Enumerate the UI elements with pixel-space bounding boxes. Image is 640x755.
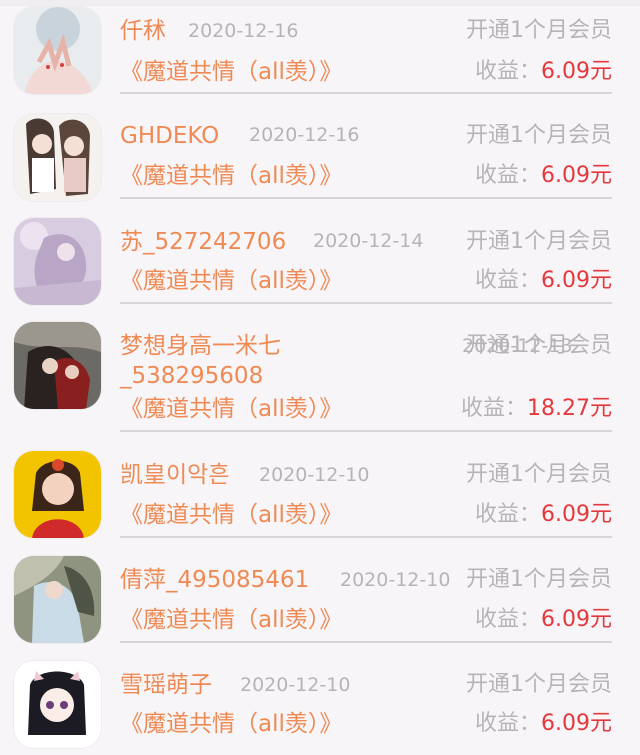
user-name: 苏_527242706 (120, 229, 287, 255)
book-title[interactable]: 《魔道共情（all羡）》 (120, 266, 342, 296)
divider (120, 641, 612, 643)
record-action: 开通1个月会员 (466, 123, 612, 148)
user-name: GHDEKO (120, 123, 220, 149)
income-value: 6.09元 (541, 163, 612, 188)
income-value: 6.09元 (541, 502, 612, 527)
user-name: 雪瑶萌子 (120, 672, 212, 698)
income-value: 6.09元 (541, 711, 612, 736)
income-amount: 收益：6.09元 (475, 605, 612, 635)
avatar[interactable] (14, 322, 101, 409)
record-action: 开通1个月会员 (466, 333, 612, 358)
list-item[interactable]: 雪瑶萌子 2020-12-10 开通1个月会员 《魔道共情（all羡）》 收益：… (0, 654, 640, 755)
divider (120, 302, 612, 304)
avatar[interactable] (14, 556, 101, 643)
record-date: 2020-12-16 (249, 124, 360, 146)
book-title[interactable]: 《魔道共情（all羡）》 (120, 57, 342, 87)
income-amount: 收益：18.27元 (461, 394, 612, 424)
user-name: 仟秫 (120, 18, 166, 44)
income-label: 收益： (461, 396, 528, 421)
record-date: 2020-12-10 (259, 464, 370, 486)
list-item[interactable]: 倩萍_495085461 2020-12-10 开通1个月会员 《魔道共情（al… (0, 549, 640, 654)
avatar[interactable] (14, 451, 101, 538)
income-label: 收益： (474, 607, 541, 632)
book-title[interactable]: 《魔道共情（all羡）》 (120, 394, 342, 424)
avatar[interactable] (14, 114, 101, 201)
income-amount: 收益：6.09元 (475, 266, 612, 296)
record-action: 开通1个月会员 (466, 567, 612, 592)
divider (120, 536, 612, 538)
avatar[interactable] (14, 7, 101, 94)
book-title[interactable]: 《魔道共情（all羡）》 (120, 605, 342, 635)
income-amount: 收益：6.09元 (475, 57, 612, 87)
record-action: 开通1个月会员 (466, 229, 612, 254)
divider (120, 430, 612, 432)
income-value: 6.09元 (541, 607, 612, 632)
book-title[interactable]: 《魔道共情（all羡）》 (120, 161, 342, 191)
list-item[interactable]: GHDEKO 2020-12-16 开通1个月会员 《魔道共情（all羡）》 收… (0, 105, 640, 210)
record-action: 开通1个月会员 (466, 18, 612, 43)
list-item[interactable]: 仟秫 2020-12-16 开通1个月会员 《魔道共情（all羡）》 收益：6.… (0, 0, 640, 105)
list-item[interactable]: 梦想身高一米七 _538295608 2020-12-13 开通1个月会员 《魔… (0, 315, 640, 444)
income-amount: 收益：6.09元 (475, 161, 612, 191)
record-date: 2020-12-10 (340, 569, 451, 591)
record-action: 开通1个月会员 (466, 462, 612, 487)
avatar[interactable] (14, 218, 101, 305)
income-label: 收益： (474, 163, 541, 188)
income-label: 收益： (474, 268, 541, 293)
record-action: 开通1个月会员 (466, 672, 612, 697)
book-title[interactable]: 《魔道共情（all羡）》 (120, 709, 342, 739)
avatar[interactable] (14, 661, 101, 748)
list-item[interactable]: 凯皇이악흔 2020-12-10 开通1个月会员 《魔道共情（all羡）》 收益… (0, 444, 640, 549)
divider (120, 92, 612, 94)
record-date: 2020-12-16 (188, 20, 299, 42)
income-value: 6.09元 (541, 59, 612, 84)
income-amount: 收益：6.09元 (475, 709, 612, 739)
income-value: 18.27元 (527, 396, 612, 421)
income-label: 收益： (474, 59, 541, 84)
income-amount: 收益：6.09元 (475, 500, 612, 530)
list-item[interactable]: 苏_527242706 2020-12-14 开通1个月会员 《魔道共情（all… (0, 210, 640, 315)
income-value: 6.09元 (541, 268, 612, 293)
user-name: 凯皇이악흔 (120, 462, 230, 488)
income-label: 收益： (474, 502, 541, 527)
record-date: 2020-12-10 (240, 674, 351, 696)
user-name: 梦想身高一米七 (120, 333, 281, 359)
user-name: 倩萍_495085461 (120, 567, 310, 593)
book-title[interactable]: 《魔道共情（all羡）》 (120, 500, 342, 530)
record-date: 2020-12-14 (313, 230, 424, 252)
income-label: 收益： (474, 711, 541, 736)
user-name-continued: _538295608 (120, 363, 264, 389)
divider (120, 197, 612, 199)
